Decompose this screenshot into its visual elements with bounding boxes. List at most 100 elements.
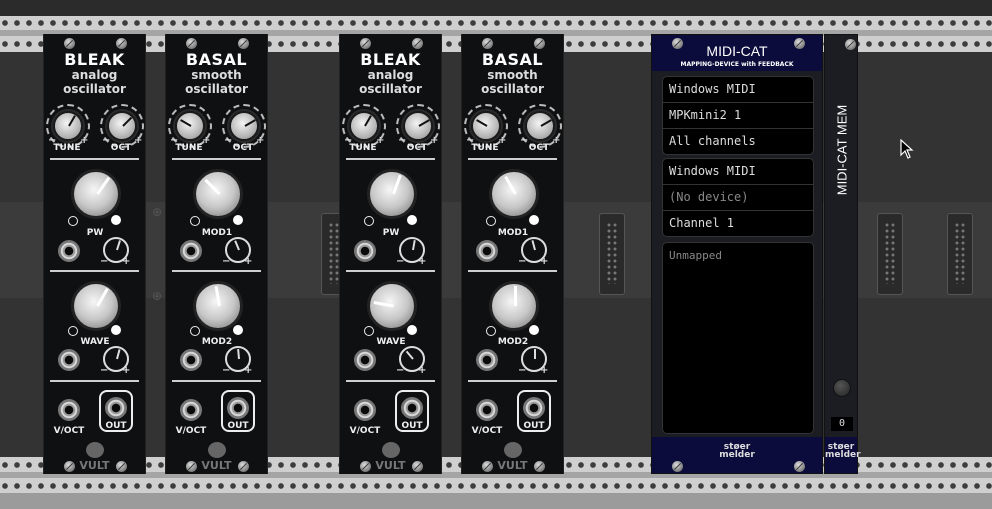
lower-knob[interactable] bbox=[367, 281, 417, 331]
mem-footer: støer melder bbox=[825, 437, 861, 473]
mid-knob-label: MOD1 bbox=[497, 228, 529, 238]
cv-input-jack[interactable] bbox=[180, 240, 202, 262]
oct-label: OCT bbox=[232, 143, 254, 153]
tune-knob[interactable] bbox=[53, 111, 83, 141]
midi-output-driver[interactable]: Windows MIDI bbox=[663, 159, 813, 185]
midi-cat-header: MIDI-CAT MAPPING-DEVICE with FEEDBACK bbox=[652, 35, 822, 71]
midi-cat-mem-module[interactable]: MIDI-CAT MEM 0 støer melder bbox=[824, 34, 861, 474]
cv-input-jack[interactable] bbox=[476, 240, 498, 262]
out-label: OUT bbox=[227, 421, 249, 431]
mid-knob-label: MOD1 bbox=[201, 228, 233, 238]
lower-knob-label: MOD2 bbox=[497, 337, 529, 347]
mapping-slot-unmapped[interactable]: Unmapped bbox=[663, 243, 813, 268]
led-off bbox=[364, 326, 374, 336]
screw-icon bbox=[116, 461, 127, 472]
voct-input-jack[interactable] bbox=[476, 399, 498, 421]
voct-input-jack[interactable] bbox=[354, 399, 376, 421]
tune-label: TUNE bbox=[53, 143, 81, 153]
brand-logo: VULT bbox=[497, 459, 528, 472]
mid-knob[interactable] bbox=[367, 169, 417, 219]
midi-cat-subtitle: MAPPING-DEVICE with FEEDBACK bbox=[680, 61, 794, 68]
oct-knob[interactable] bbox=[107, 111, 137, 141]
divider bbox=[50, 158, 139, 160]
module-title: BLEAK bbox=[64, 50, 125, 69]
tune-knob[interactable] bbox=[175, 111, 205, 141]
midi-cat-title: MIDI-CAT bbox=[706, 43, 768, 59]
screw-icon bbox=[238, 38, 249, 49]
brand-logo: VULT bbox=[375, 459, 406, 472]
tune-label: TUNE bbox=[175, 143, 203, 153]
midi-output-channel[interactable]: Channel 1 bbox=[663, 211, 813, 236]
screw-icon bbox=[64, 38, 75, 49]
brand-line: melder bbox=[719, 450, 755, 460]
out-label: OUT bbox=[523, 421, 545, 431]
oct-label: OCT bbox=[528, 143, 550, 153]
lower-knob[interactable] bbox=[193, 281, 243, 331]
oscillator-module[interactable]: BLEAK analog oscillator − + TUNE − + OCT P… bbox=[43, 34, 146, 474]
mem-apply-button[interactable] bbox=[833, 379, 851, 397]
module-subtitle: smooth bbox=[487, 68, 538, 82]
led-on bbox=[529, 215, 539, 225]
divider bbox=[50, 270, 139, 272]
screw-icon bbox=[672, 461, 683, 472]
voct-input-jack[interactable] bbox=[58, 399, 80, 421]
mem-title: MIDI-CAT MEM bbox=[834, 104, 850, 196]
midi-input-channel[interactable]: All channels bbox=[663, 129, 813, 154]
oct-label: OCT bbox=[406, 143, 428, 153]
cv-input-jack[interactable] bbox=[58, 349, 80, 371]
divider bbox=[346, 270, 435, 272]
cv-input-jack[interactable] bbox=[58, 240, 80, 262]
oscillator-module[interactable]: BASAL smooth oscillator − + TUNE − + OCT M… bbox=[461, 34, 564, 474]
screw-icon bbox=[360, 461, 371, 472]
divider bbox=[468, 270, 557, 272]
lower-knob[interactable] bbox=[71, 281, 121, 331]
led-off bbox=[486, 326, 496, 336]
cv-input-jack[interactable] bbox=[476, 349, 498, 371]
mapping-list[interactable]: Unmapped bbox=[662, 242, 814, 434]
oscillator-module[interactable]: BLEAK analog oscillator − + TUNE − + OCT P… bbox=[339, 34, 442, 474]
mid-knob[interactable] bbox=[71, 169, 121, 219]
cv-input-jack[interactable] bbox=[180, 349, 202, 371]
oct-knob[interactable] bbox=[525, 111, 555, 141]
screw-icon bbox=[116, 38, 127, 49]
lower-knob[interactable] bbox=[489, 281, 539, 331]
cv-input-jack[interactable] bbox=[354, 349, 376, 371]
led-off bbox=[486, 216, 496, 226]
screw-icon bbox=[534, 461, 545, 472]
brand-logo: VULT bbox=[201, 459, 232, 472]
module-subtitle: oscillator bbox=[481, 82, 544, 96]
tune-knob[interactable] bbox=[349, 111, 379, 141]
oscillator-module[interactable]: BASAL smooth oscillator − + TUNE − + OCT M… bbox=[165, 34, 268, 474]
led-on bbox=[111, 215, 121, 225]
screw-icon bbox=[412, 38, 423, 49]
rack-bottom-strip bbox=[0, 493, 992, 509]
mid-knob[interactable] bbox=[193, 169, 243, 219]
midi-input-driver[interactable]: Windows MIDI bbox=[663, 77, 813, 103]
brand-line: melder bbox=[825, 450, 861, 460]
midi-input-device[interactable]: MPKmini2 1 bbox=[663, 103, 813, 129]
brand-logo: VULT bbox=[79, 459, 110, 472]
vult-logo-icon bbox=[208, 442, 226, 458]
led-on bbox=[407, 325, 417, 335]
oct-knob[interactable] bbox=[229, 111, 259, 141]
divider bbox=[346, 158, 435, 160]
led-on bbox=[233, 325, 243, 335]
divider bbox=[172, 270, 261, 272]
oct-knob[interactable] bbox=[403, 111, 433, 141]
module-title: BLEAK bbox=[360, 50, 421, 69]
voct-label: V/OCT bbox=[175, 426, 207, 436]
mid-knob-label: PW bbox=[382, 228, 400, 238]
tune-knob[interactable] bbox=[471, 111, 501, 141]
mid-knob[interactable] bbox=[489, 169, 539, 219]
vult-logo-icon bbox=[382, 442, 400, 458]
midi-output-device[interactable]: (No device) bbox=[663, 185, 813, 211]
divider bbox=[50, 380, 139, 382]
cv-input-jack[interactable] bbox=[354, 240, 376, 262]
module-title: BASAL bbox=[481, 50, 544, 69]
mem-display: 0 bbox=[831, 417, 853, 431]
divider bbox=[172, 158, 261, 160]
led-on bbox=[529, 325, 539, 335]
screw-icon bbox=[412, 461, 423, 472]
voct-input-jack[interactable] bbox=[180, 399, 202, 421]
midi-cat-module[interactable]: MIDI-CAT MAPPING-DEVICE with FEEDBACK Wi… bbox=[651, 34, 823, 474]
